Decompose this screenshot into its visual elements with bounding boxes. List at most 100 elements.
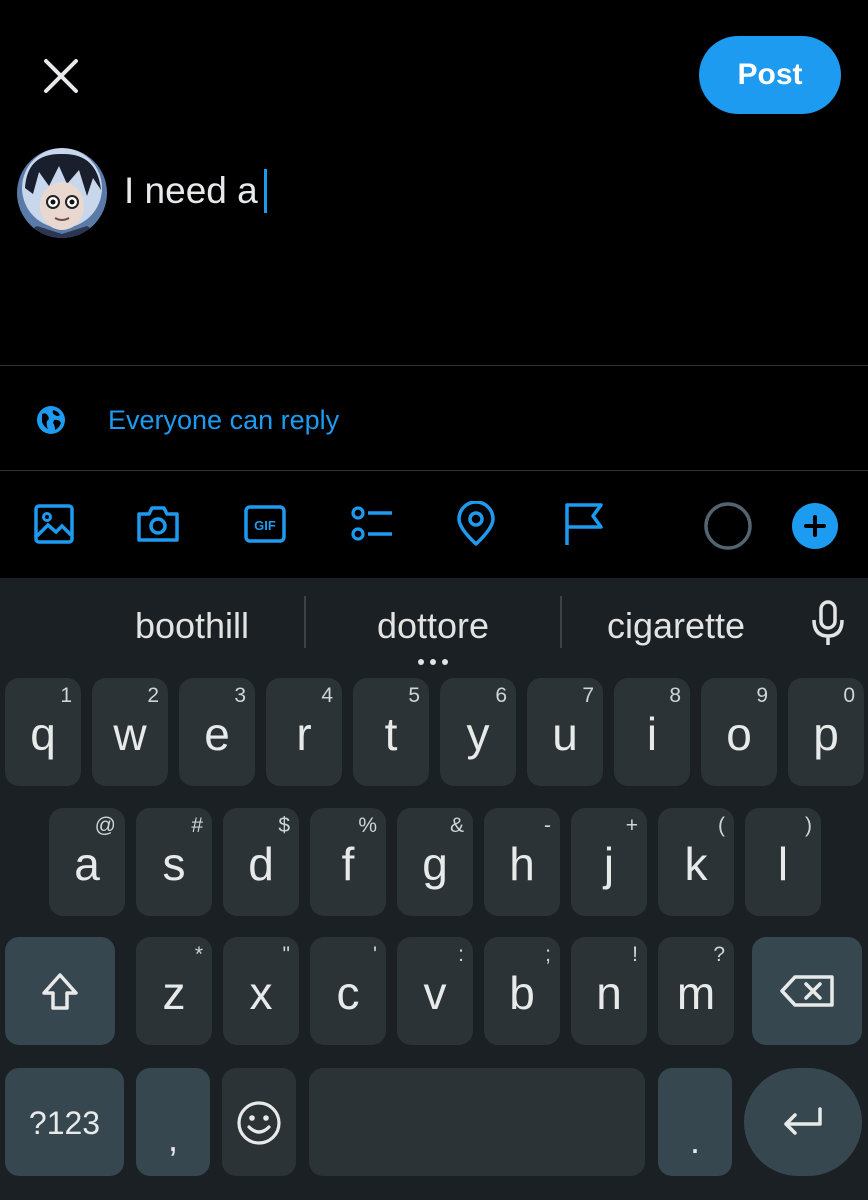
location-button[interactable] bbox=[452, 500, 500, 548]
period-key[interactable]: . bbox=[658, 1068, 732, 1176]
key-letter: r bbox=[296, 708, 312, 761]
key[interactable]: h- bbox=[484, 808, 560, 916]
key[interactable]: d $ bbox=[223, 808, 299, 916]
space-bar[interactable] bbox=[309, 1068, 645, 1176]
enter-icon bbox=[784, 1107, 822, 1135]
key-letter: w bbox=[113, 708, 147, 761]
key[interactable]: b; bbox=[484, 937, 560, 1045]
key-letter: f bbox=[341, 838, 355, 891]
key[interactable]: o9 bbox=[701, 678, 777, 786]
key-hint: ? bbox=[713, 943, 725, 966]
more-suggestions-button[interactable] bbox=[415, 654, 451, 665]
key[interactable]: v: bbox=[397, 937, 473, 1045]
key[interactable]: n! bbox=[571, 937, 647, 1045]
period-key-label: . bbox=[689, 1119, 700, 1161]
key-hint: 1 bbox=[60, 684, 72, 707]
add-image-button[interactable] bbox=[30, 500, 78, 548]
gif-button[interactable]: GIF bbox=[241, 500, 289, 548]
key-letter: n bbox=[596, 967, 622, 1020]
key-letter: i bbox=[646, 708, 658, 761]
comma-key-label: , bbox=[167, 1117, 178, 1159]
character-count-ring-icon bbox=[704, 502, 752, 550]
key-letter: d bbox=[248, 838, 274, 891]
key-hint: ; bbox=[545, 943, 551, 966]
key[interactable]: r4 bbox=[266, 678, 342, 786]
tweet-input[interactable]: I need a bbox=[124, 168, 267, 214]
key-hint: 2 bbox=[147, 684, 159, 707]
symbols-key-label: ?123 bbox=[28, 1104, 101, 1141]
key-letter: g bbox=[422, 838, 448, 891]
key-hint: 7 bbox=[582, 684, 594, 707]
key[interactable]: q1 bbox=[5, 678, 81, 786]
key-letter: x bbox=[249, 967, 273, 1020]
post-button[interactable]: Post bbox=[699, 36, 841, 114]
key[interactable]: k( bbox=[658, 808, 734, 916]
key-hint: # bbox=[191, 814, 203, 837]
add-thread-button[interactable] bbox=[792, 503, 838, 549]
key[interactable]: m? bbox=[658, 937, 734, 1045]
divider bbox=[0, 365, 868, 366]
key-hint: + bbox=[625, 814, 638, 837]
key[interactable]: a @ bbox=[49, 808, 125, 916]
flag-button[interactable] bbox=[560, 500, 608, 548]
emoji-key[interactable] bbox=[222, 1068, 296, 1176]
key-letter: u bbox=[552, 708, 578, 761]
key[interactable]: w2 bbox=[92, 678, 168, 786]
location-icon bbox=[457, 501, 495, 546]
suggestion-divider bbox=[304, 596, 306, 648]
key-letter: k bbox=[684, 838, 708, 891]
microphone-icon bbox=[812, 600, 844, 645]
key[interactable]: z * bbox=[136, 937, 212, 1045]
key-hint: 3 bbox=[234, 684, 246, 707]
key-hint: ) bbox=[805, 814, 812, 837]
key-letter: c bbox=[336, 967, 360, 1020]
key-hint: 5 bbox=[408, 684, 420, 707]
key[interactable]: i8 bbox=[614, 678, 690, 786]
shift-key[interactable] bbox=[5, 937, 115, 1045]
suggestion-2[interactable]: dottore bbox=[336, 598, 530, 654]
symbols-key[interactable]: ?123 bbox=[5, 1068, 124, 1176]
reply-settings-label: Everyone can reply bbox=[108, 404, 340, 435]
key[interactable]: p0 bbox=[788, 678, 864, 786]
suggestion-3[interactable]: cigarette bbox=[576, 598, 776, 654]
key[interactable]: f% bbox=[310, 808, 386, 916]
key-letter: m bbox=[676, 967, 716, 1020]
key-letter: q bbox=[30, 708, 56, 761]
avatar bbox=[17, 148, 107, 238]
key-hint: 8 bbox=[669, 684, 681, 707]
reply-settings-button[interactable]: Everyone can reply bbox=[36, 398, 339, 442]
backspace-key[interactable] bbox=[752, 937, 862, 1045]
key[interactable]: g & bbox=[397, 808, 473, 916]
key[interactable]: e3 bbox=[179, 678, 255, 786]
key[interactable]: s # bbox=[136, 808, 212, 916]
gif-label: GIF bbox=[254, 518, 276, 533]
key[interactable]: t5 bbox=[353, 678, 429, 786]
key[interactable]: x " bbox=[223, 937, 299, 1045]
key-letter: y bbox=[466, 708, 490, 761]
key-hint: * bbox=[194, 943, 203, 966]
key-letter: e bbox=[204, 708, 230, 761]
key-hint: 9 bbox=[756, 684, 768, 707]
suggestion-1[interactable]: boothill bbox=[92, 598, 292, 654]
key[interactable]: u7 bbox=[527, 678, 603, 786]
poll-button[interactable] bbox=[348, 500, 396, 548]
key-hint: ! bbox=[632, 943, 638, 966]
shift-icon bbox=[42, 973, 78, 1010]
camera-button[interactable] bbox=[134, 500, 182, 548]
key[interactable]: c ' bbox=[310, 937, 386, 1045]
comma-key[interactable]: , bbox=[136, 1068, 210, 1176]
key[interactable]: l) bbox=[745, 808, 821, 916]
key-hint: 0 bbox=[843, 684, 855, 707]
key-hint: % bbox=[358, 814, 377, 837]
key[interactable]: j + bbox=[571, 808, 647, 916]
key[interactable]: y6 bbox=[440, 678, 516, 786]
key-letter: b bbox=[509, 967, 535, 1020]
character-count-ring bbox=[703, 501, 753, 551]
key-letter: t bbox=[384, 708, 398, 761]
image-icon bbox=[34, 504, 74, 544]
more-dots-icon bbox=[418, 659, 448, 665]
close-button[interactable] bbox=[30, 50, 92, 102]
enter-key[interactable] bbox=[744, 1068, 862, 1176]
key-hint: $ bbox=[278, 814, 290, 837]
voice-input-button[interactable] bbox=[806, 598, 850, 650]
